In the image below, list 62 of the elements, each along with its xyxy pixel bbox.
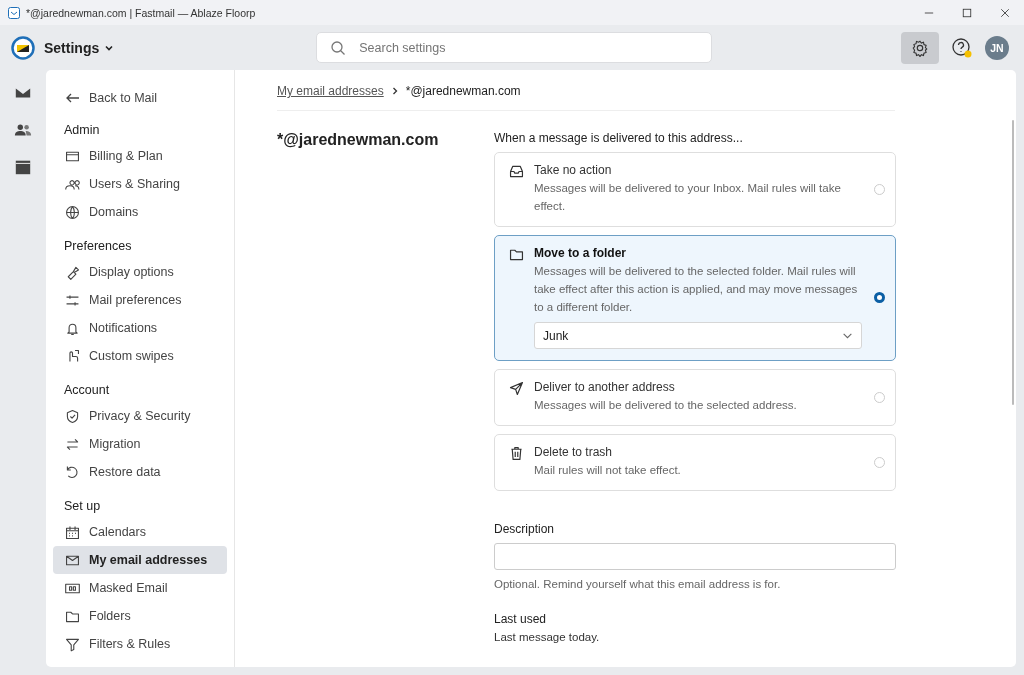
sidebar-section-heading: Admin	[64, 123, 101, 137]
scrollbar[interactable]	[1012, 120, 1014, 405]
settings-icon	[911, 38, 929, 57]
option-icon	[508, 445, 525, 462]
shield-icon	[64, 407, 81, 425]
breadcrumb-link[interactable]: My email addresses	[277, 84, 384, 98]
sidebar-item[interactable]: My email addresses	[53, 546, 227, 574]
sidebar-item[interactable]: Restore data	[53, 458, 227, 486]
description-field[interactable]	[494, 543, 896, 570]
option-icon	[508, 163, 525, 180]
sidebar-item[interactable]: Masked Email	[53, 574, 227, 602]
sidebar-item[interactable]: Filters & Rules	[53, 630, 227, 658]
sidebar-item[interactable]: Mail preferences	[53, 286, 227, 314]
delivery-option-card[interactable]: Take no action Messages will be delivered to your Inbox. Mail rules will take effect.	[494, 152, 896, 227]
field-hint: Optional. Remind yourself what this email address is for.	[494, 578, 782, 590]
back-to-mail-link[interactable]: Back to Mail	[53, 86, 227, 110]
window-title: *@jarednewman.com | Fastmail — Ablaze Floorp	[26, 6, 256, 19]
option-title: Delete to trash	[534, 445, 614, 459]
sidebar-item[interactable]: Domains	[53, 198, 227, 226]
close-icon[interactable]	[1000, 7, 1010, 18]
option-description: Mail rules will not take effect.	[534, 463, 682, 478]
calendar-icon[interactable]	[14, 158, 32, 176]
sidebar-item[interactable]: Billing & Plan	[53, 142, 227, 170]
sidebar-section-heading: Account	[64, 383, 111, 397]
radio-button[interactable]	[874, 292, 885, 303]
option-title: Move to a folder	[534, 246, 627, 260]
settings-button[interactable]	[901, 31, 939, 64]
section-heading: When a message is delivered to this address...	[494, 131, 744, 145]
folder-dropdown[interactable]: Junk	[534, 322, 862, 349]
help-icon[interactable]	[951, 36, 973, 59]
field-label: Description	[494, 522, 556, 536]
last-used-value: Last message today.	[494, 631, 601, 643]
sidebar-item[interactable]: Custom swipes	[53, 342, 227, 370]
sidebar-item[interactable]: Migration	[53, 430, 227, 458]
logo-icon[interactable]	[11, 35, 35, 60]
delivery-option-card[interactable]: Deliver to another address Messages will be delivered to the selected address.	[494, 369, 896, 426]
globe-icon	[64, 203, 81, 221]
address-title: *@jarednewman.com	[277, 131, 440, 150]
delivery-option-card[interactable]: Move to a folder Messages will be delivered to the selected folder. Mail rules will take effect after this action is applied, and may move messages to a different folder. Junk	[494, 235, 896, 361]
search-icon	[330, 40, 347, 56]
sidebar-item[interactable]: Notifications	[53, 314, 227, 342]
sidebar-section-heading: Preferences	[64, 239, 133, 253]
maximize-icon[interactable]	[962, 7, 972, 18]
option-title: Take no action	[534, 163, 613, 177]
option-description: Messages will be delivered to the selected address.	[534, 398, 798, 413]
breadcrumb-current: *@jarednewman.com	[405, 84, 521, 98]
sidebar-item[interactable]: Users & Sharing	[53, 170, 227, 198]
option-icon	[508, 380, 525, 397]
option-title: Deliver to another address	[534, 380, 676, 394]
sidebar-section-heading: Set up	[64, 499, 102, 513]
user-avatar[interactable]: JN	[985, 35, 1009, 60]
sidebar-item[interactable]: Privacy & Security	[53, 402, 227, 430]
sidebar-item[interactable]: Display options	[53, 258, 227, 286]
search-field[interactable]: Search settings	[316, 32, 713, 63]
option-description: Messages will be delivered to your Inbox. Mail rules will take effect.	[534, 181, 842, 214]
delivery-option-card[interactable]: Delete to trash Mail rules will not take effect.	[494, 434, 896, 491]
app-title[interactable]: Settings	[44, 39, 100, 56]
app-icon	[8, 6, 20, 19]
sidebar-item[interactable]: Folders	[53, 602, 227, 630]
sidebar-item[interactable]: Calendars	[53, 518, 227, 546]
option-description: Messages will be delivered to the selected folder. Mail rules will take effect after this action is applied, and may move messages to a different folder.	[534, 264, 859, 315]
field-label: Last used	[494, 612, 548, 626]
